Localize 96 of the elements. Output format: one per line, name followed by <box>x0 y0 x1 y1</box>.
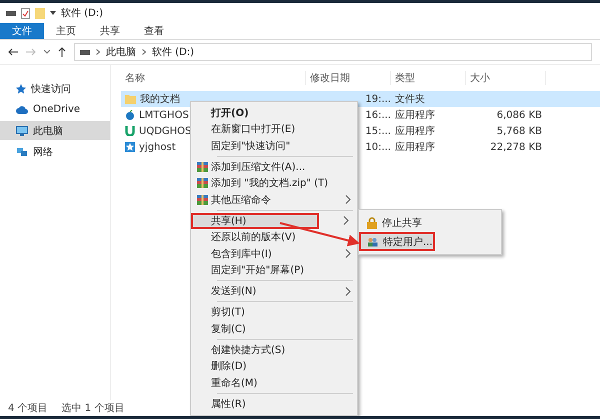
menu-label: 固定到"开始"屏幕(P) <box>211 264 304 277</box>
u-logo-icon <box>125 126 135 136</box>
nav-item[interactable]: 快速访问 <box>0 79 110 98</box>
menu-label: 停止共享 <box>382 216 422 230</box>
file-type: 应用程序 <box>395 108 435 122</box>
breadcrumb[interactable]: 软件 (D:) <box>152 45 194 59</box>
menu-label: 还原以前的版本(V) <box>211 230 296 244</box>
file-size: 6,086 KB <box>496 110 542 120</box>
back-arrow-icon[interactable] <box>8 48 18 56</box>
menu-label: 删除(D) <box>211 360 247 374</box>
file-name: LMTGHOS <box>139 110 189 120</box>
menu-item[interactable]: 重命名(M) <box>191 374 357 391</box>
nav-label: OneDrive <box>33 104 80 115</box>
column-header[interactable]: 名称 <box>121 71 306 85</box>
menu-item[interactable]: 固定到"开始"屏幕(P) <box>191 262 357 278</box>
apple-icon <box>125 110 135 120</box>
nav-label: 此电脑 <box>33 124 63 138</box>
menu-item[interactable]: 删除(D) <box>191 358 357 374</box>
archive-icon <box>197 162 208 172</box>
menu-label: 添加到压缩文件(A)... <box>211 160 306 174</box>
menu-label: 重命名(M) <box>211 376 258 390</box>
menu-item[interactable]: 其他压缩命令 <box>191 191 357 208</box>
item-count: 4 个项目 <box>8 402 48 415</box>
menu-item[interactable]: 复制(C) <box>191 320 357 337</box>
archive-icon <box>197 178 208 188</box>
menu-label: 添加到 "我的文档.zip" (T) <box>211 176 328 190</box>
menu-item[interactable]: 属性(R) <box>191 396 357 412</box>
chevron-right-icon <box>96 49 100 55</box>
properties-icon[interactable] <box>21 8 30 18</box>
monitor-icon <box>16 126 28 136</box>
star-icon <box>16 84 26 94</box>
file-type: 文件夹 <box>395 92 425 106</box>
menu-item[interactable]: 停止共享 <box>359 213 501 232</box>
drive-icon <box>6 10 16 16</box>
file-size: 5,768 KB <box>496 126 542 136</box>
file-name: yjghost <box>139 142 176 152</box>
nav-item[interactable]: OneDrive <box>0 100 110 119</box>
cloud-icon <box>16 106 28 114</box>
menu-label: 在新窗口中打开(E) <box>211 122 296 136</box>
nav-item[interactable]: 此电脑 <box>0 121 110 140</box>
menu-label: 固定到"快速访问" <box>211 140 290 153</box>
menu-item[interactable]: 还原以前的版本(V) <box>191 229 357 246</box>
menu-item[interactable]: 打开(O) <box>191 105 357 122</box>
menu-label: 打开(O) <box>211 106 249 120</box>
menu-label: 创建快捷方式(S) <box>211 344 286 357</box>
file-type: 应用程序 <box>395 140 435 154</box>
lock-icon <box>367 216 377 228</box>
folder-icon <box>125 94 136 104</box>
star-app-icon <box>125 142 135 152</box>
ribbon-tab[interactable]: 共享 <box>88 23 132 39</box>
menu-item[interactable]: 剪切(T) <box>191 304 357 321</box>
menu-label: 剪切(T) <box>211 306 245 320</box>
file-size: 22,278 KB <box>490 142 542 152</box>
menu-label: 发送到(N) <box>211 285 256 298</box>
file-name: UQDGHOS <box>139 126 192 136</box>
selection-count: 选中 1 个项目 <box>62 402 124 415</box>
file-date: 15:... <box>365 126 391 136</box>
menu-label: 共享(H) <box>211 214 246 228</box>
drive-icon <box>80 50 90 54</box>
breadcrumb[interactable]: 此电脑 <box>106 45 136 59</box>
menu-label: 属性(R) <box>211 398 246 411</box>
archive-icon <box>197 194 208 205</box>
menu-item[interactable]: 在新窗口中打开(E) <box>191 121 357 138</box>
up-arrow-icon[interactable] <box>58 47 66 57</box>
menu-item[interactable]: 固定到"快速访问" <box>191 138 357 154</box>
network-icon <box>16 146 28 156</box>
menu-item[interactable]: 发送到(N) <box>191 282 357 300</box>
chevron-right-icon <box>142 49 146 55</box>
nav-label: 网络 <box>33 146 53 158</box>
menu-label: 包含到库中(I) <box>211 248 272 261</box>
ribbon-tab[interactable]: 查看 <box>132 23 176 39</box>
ribbon-tab[interactable]: 文件 <box>0 23 44 39</box>
menu-label: 其他压缩命令 <box>211 194 271 207</box>
menu-item[interactable]: 添加到 "我的文档.zip" (T) <box>191 175 357 192</box>
nav-item[interactable]: 网络 <box>0 142 110 161</box>
menu-item[interactable]: 添加到压缩文件(A)... <box>191 158 357 176</box>
file-date: 19:... <box>365 94 391 104</box>
menu-label: 特定用户... <box>383 236 433 248</box>
menu-label: 复制(C) <box>211 322 246 336</box>
file-date: 10:... <box>365 142 391 152</box>
dropdown-icon[interactable] <box>50 11 56 15</box>
column-header[interactable]: 大小 <box>466 71 546 85</box>
address-bar[interactable]: 此电脑 软件 (D:) <box>74 43 592 61</box>
file-date: 16:... <box>365 110 391 120</box>
users-icon <box>367 236 378 246</box>
ribbon-tab[interactable]: 主页 <box>44 23 88 39</box>
file-name: 我的文档 <box>140 92 180 106</box>
column-header[interactable]: 类型 <box>391 71 466 85</box>
column-header[interactable]: 修改日期 <box>306 71 391 85</box>
window-title: 软件 (D:) <box>61 7 104 20</box>
menu-item[interactable]: 创建快捷方式(S) <box>191 342 357 358</box>
menu-item[interactable]: 特定用户... <box>359 232 435 251</box>
nav-label: 快速访问 <box>31 82 71 96</box>
file-type: 应用程序 <box>395 124 435 138</box>
chevron-down-icon[interactable] <box>44 50 50 54</box>
menu-item[interactable]: 包含到库中(I) <box>191 245 357 262</box>
